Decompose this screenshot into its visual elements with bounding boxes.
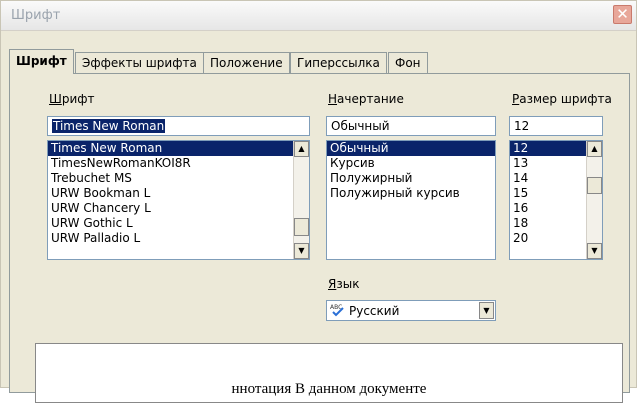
font-size-label: Размер шрифта [512,92,612,106]
chevron-down-icon[interactable]: ▼ [479,302,494,319]
font-family-label: Шрифт [49,92,95,106]
close-button[interactable]: ✕ [613,5,632,24]
font-family-list[interactable]: Times New Roman TimesNewRomanKOI8R Trebu… [47,140,310,260]
title-bar: Шрифт ✕ [1,1,636,31]
list-item[interactable]: URW Gothic L [48,216,309,231]
font-size-list[interactable]: 12 13 14 15 16 18 20 ▲ ▼ [509,140,603,260]
list-item[interactable]: TimesNewRomanKOI8R [48,156,309,171]
list-item[interactable]: Обычный [327,141,495,156]
list-item[interactable]: URW Palladio L [48,231,309,246]
typeface-list[interactable]: Обычный Курсив Полужирный Полужирный кур… [326,140,496,260]
spellcheck-abc-icon: ABC [330,304,344,317]
tab-background[interactable]: Фон [388,52,428,73]
tab-font[interactable]: Шрифт [9,49,74,74]
scroll-down-icon[interactable]: ▼ [294,243,309,259]
scroll-thumb[interactable] [294,218,309,236]
tab-hyperlink[interactable]: Гиперссылка [290,52,387,73]
tab-position[interactable]: Положение [203,52,290,73]
scroll-down-icon[interactable]: ▼ [587,243,602,259]
typeface-label: Начертание [328,92,404,106]
font-family-scrollbar[interactable]: ▲ ▼ [293,141,309,259]
close-icon: ✕ [616,5,629,23]
font-family-input[interactable]: Times New Roman [47,116,310,136]
scroll-up-icon[interactable]: ▲ [587,141,602,157]
language-value: Русский [349,304,400,318]
font-preview: ннотация В данном документе [35,343,623,403]
font-size-input[interactable]: 12 [509,116,603,136]
window-title: Шрифт [11,8,61,23]
preview-text: ннотация В данном документе [231,381,427,397]
list-item[interactable]: Times New Roman [48,141,309,156]
list-item[interactable]: Trebuchet MS [48,171,309,186]
list-item[interactable]: URW Chancery L [48,201,309,216]
scroll-thumb[interactable] [587,177,602,194]
language-label: Язык [328,277,360,291]
tab-font-effects[interactable]: Эффекты шрифта [75,52,204,73]
language-select[interactable]: ABC Русский ▼ [326,300,496,321]
typeface-input[interactable]: Обычный [326,116,496,136]
list-item[interactable]: Полужирный [327,171,495,186]
list-item[interactable]: URW Bookman L [48,186,309,201]
list-item[interactable]: Полужирный курсив [327,186,495,201]
list-item[interactable]: Курсив [327,156,495,171]
font-size-scrollbar[interactable]: ▲ ▼ [586,141,602,259]
scroll-up-icon[interactable]: ▲ [294,141,309,157]
font-dialog: Шрифт ✕ Шрифт Эффекты шрифта Положение Г… [0,0,637,403]
